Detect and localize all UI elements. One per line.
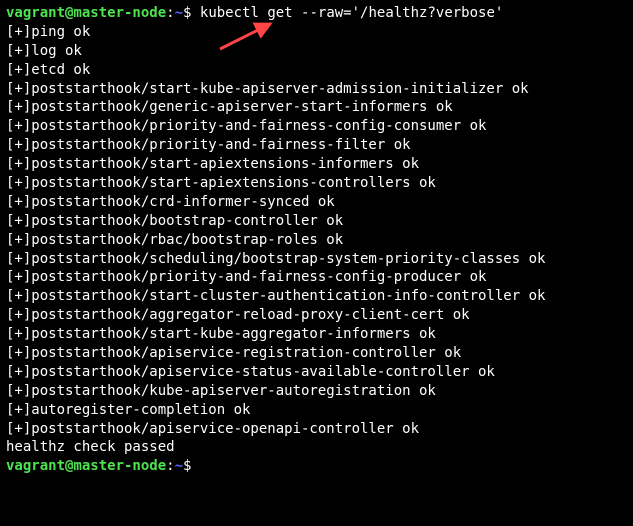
output-line: [+]poststarthook/start-apiextensions-con… xyxy=(6,174,627,193)
prompt-dollar: $ xyxy=(183,5,200,21)
prompt-path: ~ xyxy=(175,5,183,21)
prompt-colon: : xyxy=(166,458,174,474)
user-host: vagrant@master-node xyxy=(6,458,166,474)
output-line: [+]poststarthook/start-apiextensions-inf… xyxy=(6,155,627,174)
output-line: [+]poststarthook/priority-and-fairness-f… xyxy=(6,136,627,155)
prompt-dollar: $ xyxy=(183,458,200,474)
output-line: [+]poststarthook/start-cluster-authentic… xyxy=(6,287,627,306)
output-line: [+]etcd ok xyxy=(6,61,627,80)
output-line: [+]poststarthook/priority-and-fairness-c… xyxy=(6,117,627,136)
command-output: [+]ping ok[+]log ok[+]etcd ok[+]poststar… xyxy=(6,23,627,457)
output-line: [+]poststarthook/scheduling/bootstrap-sy… xyxy=(6,250,627,269)
output-line: [+]poststarthook/start-kube-aggregator-i… xyxy=(6,325,627,344)
output-line: [+]poststarthook/bootstrap-controller ok xyxy=(6,212,627,231)
prompt-line-1[interactable]: vagrant@master-node:~$ kubectl get --raw… xyxy=(6,4,627,23)
output-line: [+]poststarthook/apiservice-status-avail… xyxy=(6,363,627,382)
output-line: [+]poststarthook/priority-and-fairness-c… xyxy=(6,268,627,287)
prompt-line-2[interactable]: vagrant@master-node:~$ xyxy=(6,457,627,476)
output-line: [+]poststarthook/kube-apiserver-autoregi… xyxy=(6,382,627,401)
output-line: [+]poststarthook/aggregator-reload-proxy… xyxy=(6,306,627,325)
output-line: [+]autoregister-completion ok xyxy=(6,401,627,420)
terminal-output: vagrant@master-node:~$ kubectl get --raw… xyxy=(6,4,627,476)
output-line: [+]poststarthook/start-kube-apiserver-ad… xyxy=(6,80,627,99)
user-host: vagrant@master-node xyxy=(6,5,166,21)
prompt-colon: : xyxy=(166,5,174,21)
command-text: kubectl get --raw='/healthz?verbose' xyxy=(200,5,503,21)
output-line: [+]poststarthook/crd-informer-synced ok xyxy=(6,193,627,212)
prompt-path: ~ xyxy=(175,458,183,474)
output-line: [+]poststarthook/rbac/bootstrap-roles ok xyxy=(6,231,627,250)
output-line: [+]poststarthook/apiservice-openapi-cont… xyxy=(6,420,627,439)
output-line: [+]poststarthook/generic-apiserver-start… xyxy=(6,98,627,117)
output-line: healthz check passed xyxy=(6,438,627,457)
output-line: [+]poststarthook/apiservice-registration… xyxy=(6,344,627,363)
output-line: [+]log ok xyxy=(6,42,627,61)
output-line: [+]ping ok xyxy=(6,23,627,42)
